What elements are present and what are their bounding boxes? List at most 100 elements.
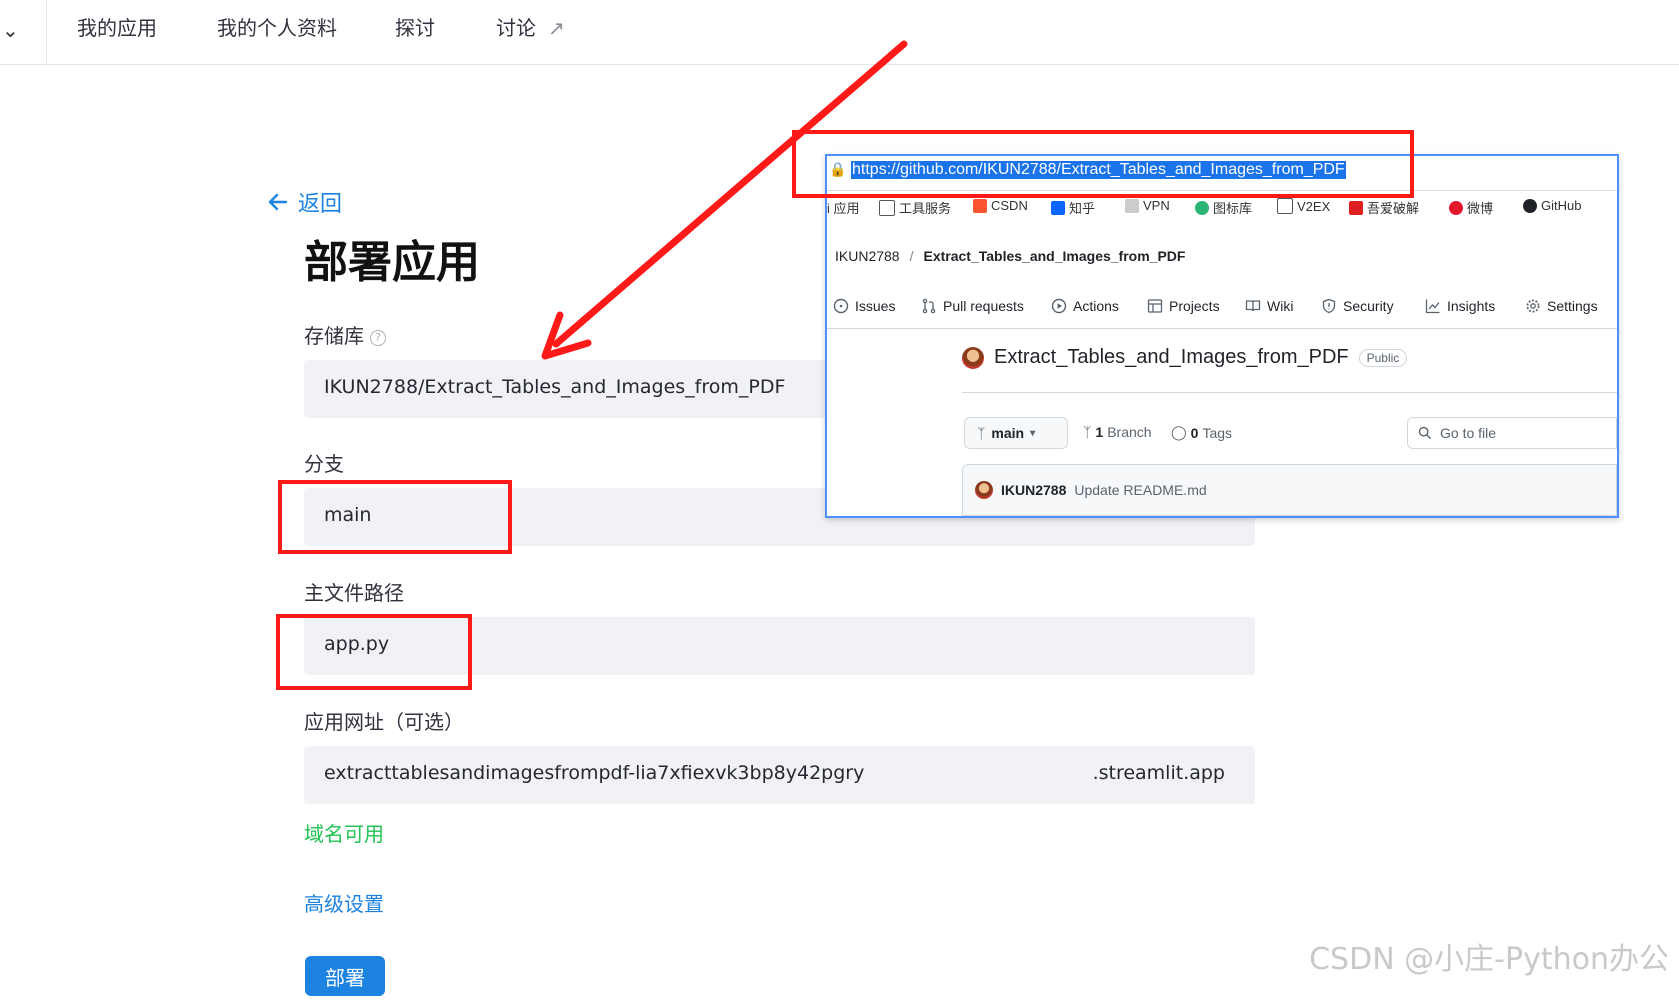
back-link[interactable]: 返回 <box>266 186 342 218</box>
bookmark-label: 工具服务 <box>899 201 952 216</box>
github-icon <box>1523 198 1537 213</box>
commit-message[interactable]: Update README.md <box>1074 482 1206 498</box>
repo-label: 存储库? <box>304 320 386 349</box>
main-file-label: 主文件路径 <box>304 581 404 605</box>
breadcrumb-owner[interactable]: IKUN2788 <box>835 248 900 264</box>
tab-insights[interactable]: Insights <box>1425 298 1495 314</box>
repo-tabs: Issues Pull requests Actions Projects Wi… <box>827 284 1617 329</box>
commit-author-avatar[interactable] <box>975 481 993 499</box>
tab-wiki[interactable]: Wiki <box>1245 298 1293 314</box>
repo-label-text: 存储库 <box>304 324 364 348</box>
external-link-icon: ↗ <box>548 16 565 40</box>
search-icon <box>1418 426 1432 440</box>
csdn-icon <box>973 198 987 213</box>
repo-input-value: IKUN2788/Extract_Tables_and_Images_from_… <box>324 376 786 398</box>
branch-selector[interactable]: ᛉ main ▾ <box>964 417 1068 449</box>
tab-label: Issues <box>855 298 896 314</box>
visibility-badge: Public <box>1358 348 1408 367</box>
app-url-suffix: .streamlit.app <box>1092 762 1225 784</box>
tab-issues[interactable]: Issues <box>833 298 895 314</box>
bookmark-weibo[interactable]: 微博 <box>1449 198 1493 217</box>
branches-link[interactable]: ᛉ 1 Branch <box>1083 424 1152 440</box>
v2ex-icon <box>1277 198 1293 214</box>
top-nav: ⌄ 我的应用 我的个人资料 探讨 讨论 ↗ <box>0 0 1679 65</box>
tag-word: Tags <box>1202 424 1233 441</box>
bookmark-github[interactable]: GitHub <box>1523 198 1581 213</box>
repo-name[interactable]: Extract_Tables_and_Images_from_PDF <box>994 346 1349 369</box>
bookmark-csdn[interactable]: CSDN <box>973 198 1028 213</box>
bookmark-iconfont[interactable]: 图标库 <box>1195 198 1252 217</box>
tab-actions[interactable]: Actions <box>1051 298 1119 314</box>
bookmark-label: 知乎 <box>1069 201 1096 216</box>
tab-settings[interactable]: Settings <box>1525 298 1598 314</box>
app-url-input[interactable]: extracttablesandimagesfrompdf-lia7xfiexv… <box>304 746 1255 804</box>
bookmark-zhihu[interactable]: 知乎 <box>1051 198 1095 217</box>
bookmark-label: CSDN <box>991 198 1028 213</box>
bookmark-apps[interactable]: i 应用 <box>827 198 860 217</box>
book-icon <box>1245 300 1261 312</box>
breadcrumb-repo[interactable]: Extract_Tables_and_Images_from_PDF <box>923 248 1185 264</box>
nav-item-my-apps[interactable]: 我的应用 <box>77 12 157 41</box>
back-label: 返回 <box>298 192 343 217</box>
owner-avatar[interactable] <box>962 346 984 369</box>
go-to-file-placeholder: Go to file <box>1440 425 1497 441</box>
bookmark-label: V2EX <box>1297 198 1331 214</box>
tab-pull-requests[interactable]: Pull requests <box>921 298 1024 314</box>
play-icon <box>1051 298 1067 314</box>
breadcrumb-separator: / <box>909 248 914 264</box>
advanced-settings-link[interactable]: 高级设置 <box>304 888 384 917</box>
pull-request-icon <box>922 298 936 314</box>
repo-header: Extract_Tables_and_Images_from_PDF Publi… <box>962 346 1408 369</box>
branch-label: 分支 <box>304 452 344 476</box>
nav-item-my-profile[interactable]: 我的个人资料 <box>217 12 337 41</box>
nav-divider <box>46 0 47 64</box>
nav-item-explore[interactable]: 探讨 <box>395 12 435 41</box>
folder-icon <box>879 199 895 216</box>
zhihu-icon <box>1051 200 1065 215</box>
tab-label: Actions <box>1073 298 1119 314</box>
weibo-icon <box>1449 200 1463 215</box>
breadcrumb: IKUN2788 / Extract_Tables_and_Images_from_… <box>835 248 1185 264</box>
tab-label: Insights <box>1447 298 1496 314</box>
tab-label: Settings <box>1547 298 1598 314</box>
tab-label: Wiki <box>1267 298 1294 314</box>
branch-word: Branch <box>1107 424 1152 440</box>
branch-count: 1 <box>1095 424 1104 440</box>
bookmark-label: 吾爱破解 <box>1367 201 1420 216</box>
bookmark-label: 图标库 <box>1213 201 1253 216</box>
tag-icon: ◯ <box>1171 424 1187 440</box>
deploy-button[interactable]: 部署 <box>305 956 385 996</box>
branch-selector-label: main <box>991 425 1025 441</box>
bookmark-52pojie[interactable]: 吾爱破解 <box>1349 198 1419 217</box>
nav-item-discuss[interactable]: 讨论 ↗ <box>496 12 565 41</box>
tags-link[interactable]: ◯ 0 Tags <box>1171 424 1232 441</box>
vpn-icon <box>1125 198 1139 213</box>
branch-icon: ᛉ <box>977 425 986 441</box>
app-url-input-value: extracttablesandimagesfrompdf-lia7xfiexv… <box>324 762 865 784</box>
bookmark-label: 微博 <box>1467 201 1494 216</box>
bookmark-v2ex[interactable]: V2EX <box>1277 198 1330 214</box>
domain-status: 域名可用 <box>304 822 384 846</box>
graph-icon <box>1425 299 1440 314</box>
help-icon[interactable]: ? <box>370 330 386 346</box>
annotation-box-main-file <box>276 614 472 690</box>
pojie-icon <box>1349 200 1363 215</box>
tab-security[interactable]: Security <box>1321 298 1394 314</box>
latest-commit-bar: IKUN2788 Update README.md <box>962 464 1617 516</box>
arrow-left-icon <box>268 193 288 211</box>
commit-author[interactable]: IKUN2788 <box>1001 482 1066 498</box>
chevron-down-icon[interactable]: ⌄ <box>2 18 19 42</box>
branch-icon: ᛉ <box>1083 424 1092 440</box>
table-icon <box>1147 299 1163 313</box>
bookmark-vpn[interactable]: VPN <box>1125 198 1170 213</box>
bookmark-tools[interactable]: 工具服务 <box>879 198 951 217</box>
gear-icon <box>1526 299 1540 313</box>
tab-projects[interactable]: Projects <box>1147 298 1220 314</box>
tag-count: 0 <box>1190 424 1199 441</box>
go-to-file-input[interactable]: Go to file <box>1407 417 1617 449</box>
tab-label: Pull requests <box>943 298 1024 314</box>
shield-icon <box>1322 298 1336 314</box>
bookmark-label: VPN <box>1143 198 1170 213</box>
github-screenshot: 🔒 https://github.com/IKUN2788/Extract_Ta… <box>825 154 1619 518</box>
app-url-label: 应用网址（可选） <box>304 710 464 734</box>
